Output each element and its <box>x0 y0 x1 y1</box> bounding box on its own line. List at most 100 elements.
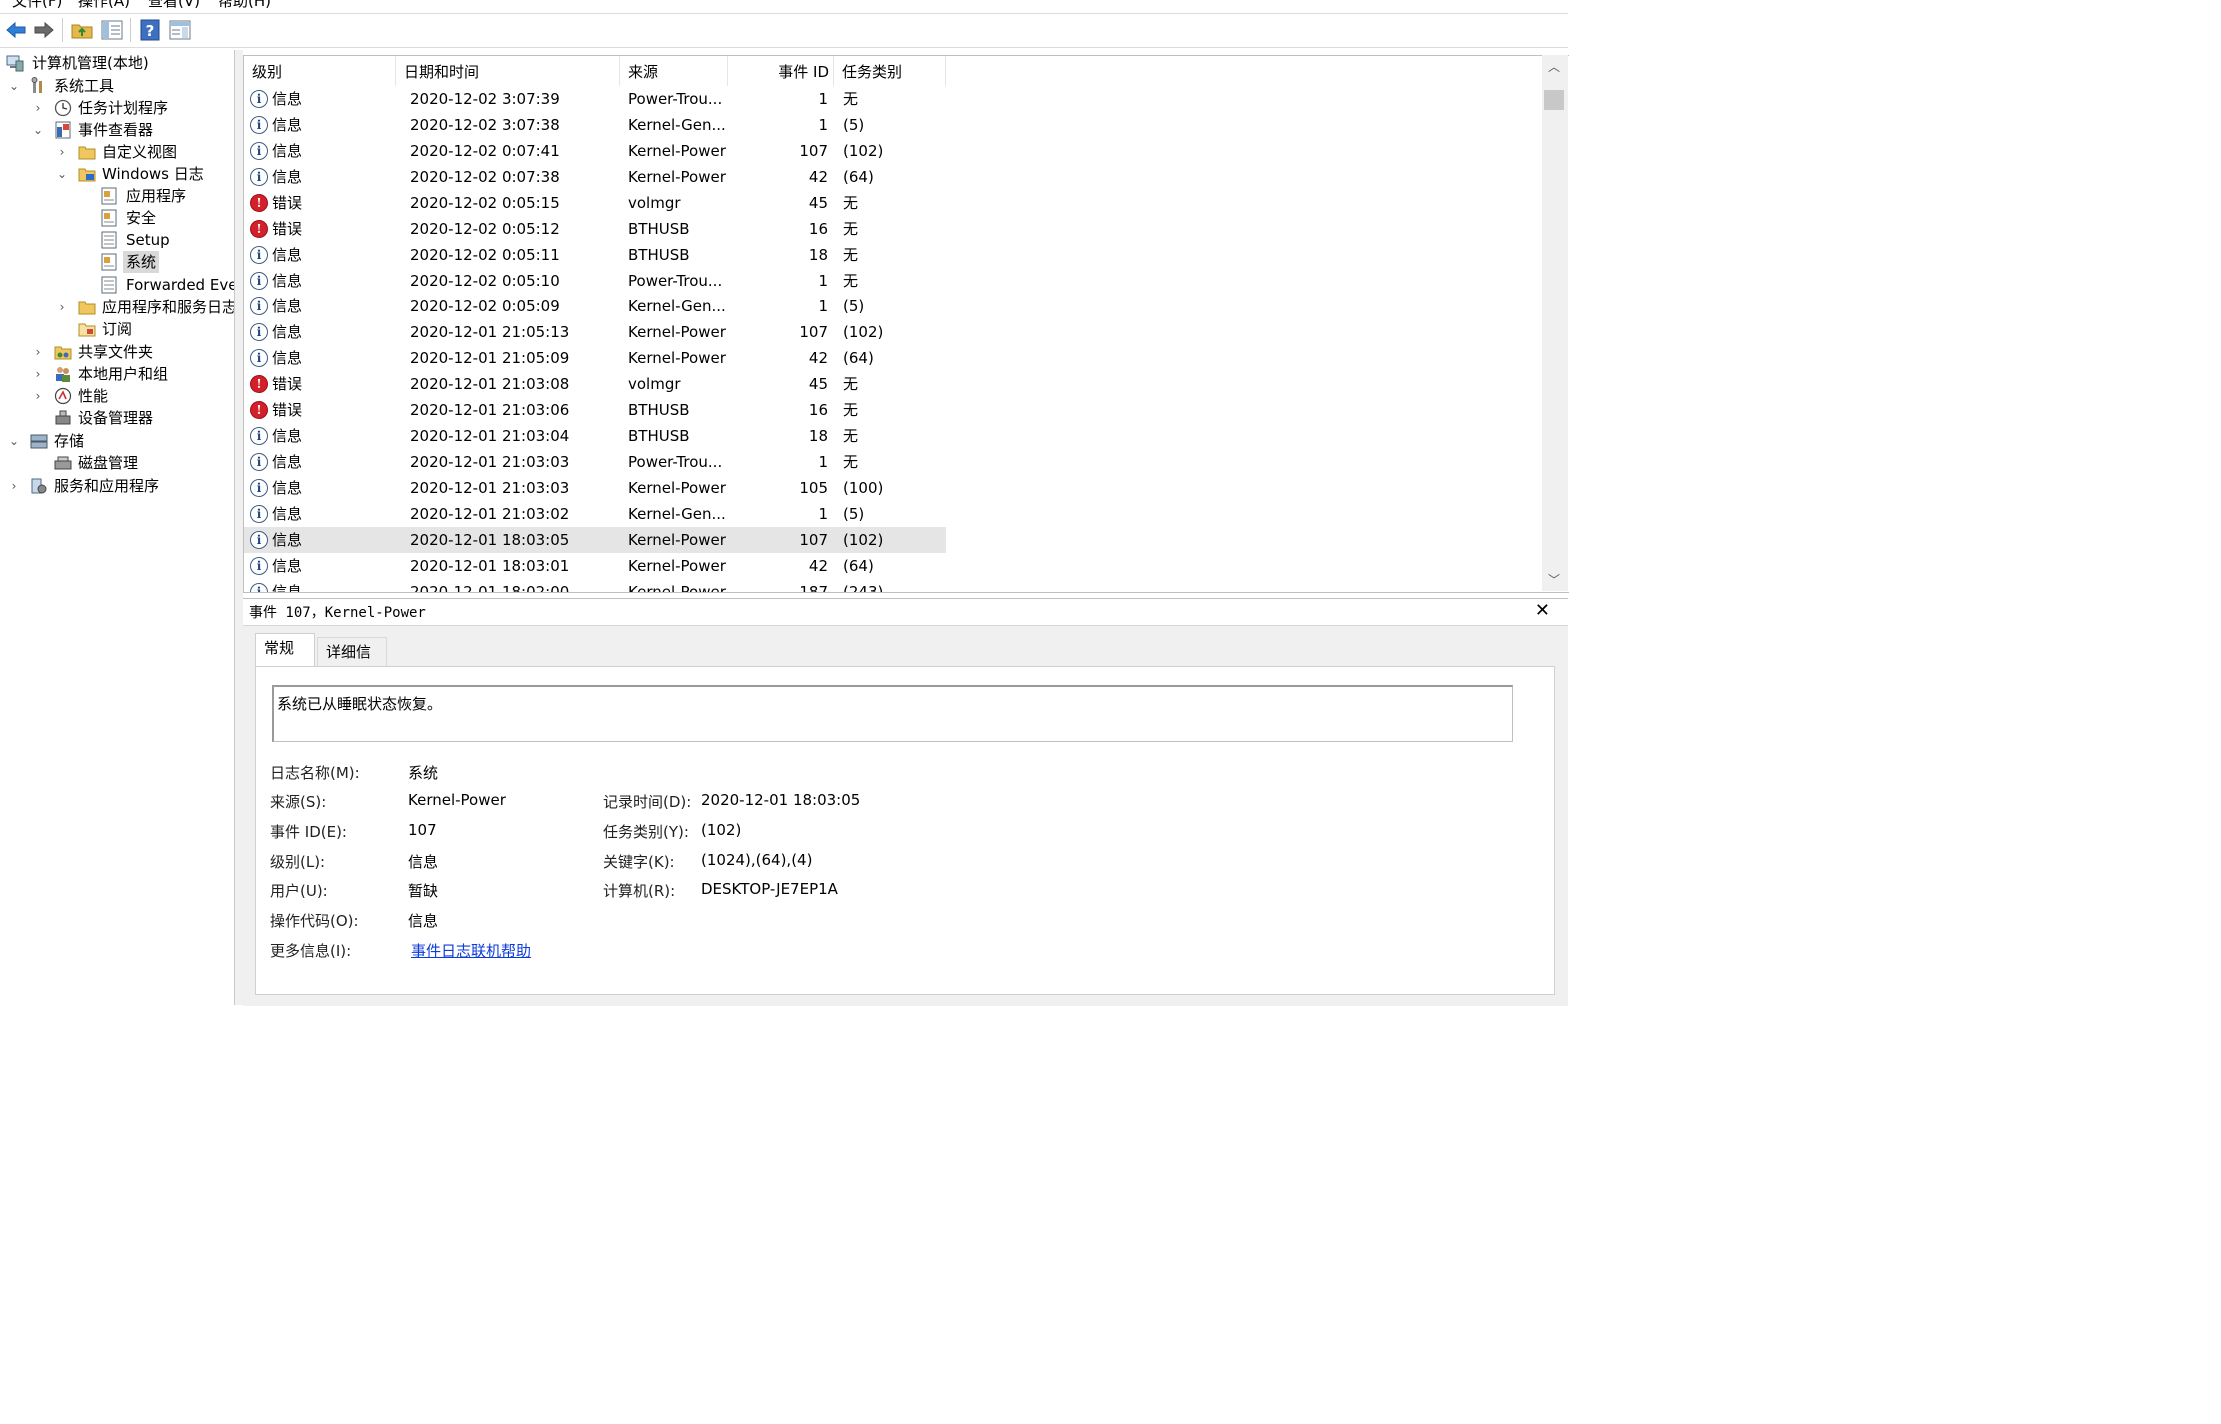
help-icon[interactable]: ? <box>138 18 162 42</box>
info-icon: i <box>250 167 268 186</box>
keywords-value: (1024),(64),(4) <box>701 851 813 869</box>
event-level: 信息 <box>272 349 303 368</box>
event-row[interactable]: i 信息 2020-12-02 0:07:41 Kernel-Power 107 (102… <box>244 138 946 164</box>
event-datetime: 2020-12-01 18:02:00 <box>410 582 570 593</box>
column-header-datetime[interactable]: 日期和时间 <box>396 56 620 86</box>
event-id: 107 <box>799 141 828 160</box>
chevron-right-icon[interactable]: › <box>32 341 44 363</box>
event-datetime: 2020-12-02 0:07:38 <box>410 167 560 186</box>
info-icon: i <box>250 297 268 316</box>
event-source: Kernel-Power <box>628 349 726 368</box>
event-id: 1 <box>818 297 828 316</box>
event-source: Power-Trou... <box>628 271 723 290</box>
chevron-right-icon[interactable]: › <box>32 363 44 385</box>
column-header-task-category[interactable]: 任务类别 <box>834 56 946 86</box>
column-header-event-id[interactable]: 事件 ID <box>728 56 834 86</box>
event-id: 1 <box>818 271 828 290</box>
event-source: BTHUSB <box>628 245 690 264</box>
event-id: 187 <box>799 582 828 593</box>
event-row[interactable]: i 信息 2020-12-01 18:03:01 Kernel-Power 42 (64) <box>244 553 946 579</box>
source-label: 来源(S): <box>270 793 327 811</box>
back-arrow-icon[interactable] <box>4 18 28 42</box>
event-id-value: 107 <box>408 821 437 839</box>
event-task-category: 无 <box>843 245 859 264</box>
event-row[interactable]: i 信息 2020-12-02 3:07:39 Power-Trou... 1 无 <box>244 86 946 112</box>
tab-details[interactable]: 详细信息 <box>317 637 387 689</box>
event-task-category: 无 <box>843 193 859 212</box>
event-row[interactable]: i 信息 2020-12-01 21:03:03 Power-Trou... 1 无 <box>244 449 946 475</box>
chevron-right-icon[interactable]: › <box>8 475 20 497</box>
event-row[interactable]: i 信息 2020-12-01 21:03:04 BTHUSB 18 无 <box>244 423 946 449</box>
menu-action[interactable]: 操作(A) <box>78 0 130 11</box>
menu-help[interactable]: 帮助(H) <box>218 0 271 11</box>
tab-general[interactable]: 常规 <box>255 633 315 667</box>
chevron-down-icon[interactable]: ⌄ <box>8 75 20 97</box>
event-list-vertical-scrollbar[interactable]: ︿ ﹀ <box>1542 55 1568 591</box>
log-name-value: 系统 <box>408 764 439 782</box>
event-datetime: 2020-12-01 21:03:03 <box>410 478 570 497</box>
event-message-box[interactable]: 系统已从睡眠状态恢复。 <box>272 685 1513 742</box>
device-manager-icon <box>55 410 71 425</box>
chevron-right-icon[interactable]: › <box>56 141 68 163</box>
scroll-down-icon[interactable]: ﹀ <box>1548 571 1560 588</box>
menu-view[interactable]: 查看(V) <box>148 0 200 11</box>
event-id: 18 <box>808 427 828 446</box>
event-id: 42 <box>808 556 828 575</box>
event-task-category: (5) <box>843 297 865 316</box>
show-hide-tree-icon[interactable] <box>100 18 124 42</box>
event-row[interactable]: i 信息 2020-12-02 0:05:10 Power-Trou... 1 无 <box>244 268 946 294</box>
column-header-source[interactable]: 来源 <box>620 56 728 86</box>
event-row[interactable]: i 信息 2020-12-01 21:05:09 Kernel-Power 42 (64) <box>244 345 946 371</box>
chevron-down-icon[interactable]: ⌄ <box>32 119 44 141</box>
folder-up-icon[interactable] <box>70 18 94 42</box>
event-row[interactable]: ! 错误 2020-12-02 0:05:15 volmgr 45 无 <box>244 190 946 216</box>
more-info-label: 更多信息(I): <box>270 942 352 960</box>
event-row[interactable]: i 信息 2020-12-01 18:03:05 Kernel-Power 107 (10… <box>244 526 946 553</box>
event-id: 16 <box>808 219 828 238</box>
scroll-up-icon[interactable]: ︿ <box>1548 58 1560 75</box>
info-icon: i <box>250 427 268 446</box>
toolbar-separator <box>130 18 131 42</box>
scrollbar-thumb[interactable] <box>1544 90 1564 110</box>
event-row[interactable]: i 信息 2020-12-01 18:02:00 Kernel-Power 187 (24… <box>244 579 946 593</box>
event-source: volmgr <box>628 193 681 212</box>
chevron-right-icon[interactable]: › <box>32 97 44 119</box>
event-row[interactable]: i 信息 2020-12-01 21:03:03 Kernel-Power 105 (10… <box>244 475 946 501</box>
chevron-down-icon[interactable]: ⌄ <box>8 430 20 452</box>
log-file-icon <box>101 276 117 294</box>
event-row[interactable]: i 信息 2020-12-02 0:07:38 Kernel-Power 42 (64) <box>244 164 946 190</box>
menu-file[interactable]: 文件(F) <box>12 0 62 11</box>
action-pane-icon[interactable] <box>168 18 192 42</box>
folder-icon <box>78 301 96 315</box>
event-row[interactable]: i 信息 2020-12-02 3:07:38 Kernel-Gen... 1 (5) <box>244 112 946 138</box>
event-level: 错误 <box>272 193 303 212</box>
info-icon: i <box>250 478 268 497</box>
close-icon[interactable]: ✕ <box>1535 600 1550 621</box>
chevron-right-icon[interactable]: › <box>32 385 44 407</box>
event-source: Power-Trou... <box>628 453 723 472</box>
subscriptions-icon <box>78 323 96 337</box>
event-row[interactable]: i 信息 2020-12-02 0:05:09 Kernel-Gen... 1 (5) <box>244 293 946 319</box>
event-id: 1 <box>818 90 828 108</box>
chevron-down-icon[interactable]: ⌄ <box>56 163 68 185</box>
event-row[interactable]: i 信息 2020-12-01 21:03:02 Kernel-Gen... 1 (5) <box>244 501 946 527</box>
info-icon: i <box>250 556 268 575</box>
event-source: Kernel-Power <box>628 167 726 186</box>
menu-bar: 文件(F) 操作(A) 查看(V) 帮助(H) <box>0 0 1568 14</box>
event-datetime: 2020-12-01 18:03:01 <box>410 556 570 575</box>
chevron-right-icon[interactable]: › <box>56 296 68 318</box>
event-row[interactable]: i 信息 2020-12-02 0:05:11 BTHUSB 18 无 <box>244 242 946 268</box>
column-header-level[interactable]: 级别 <box>244 56 396 86</box>
event-task-category: (102) <box>843 141 884 160</box>
forward-arrow-icon[interactable] <box>32 18 56 42</box>
event-row[interactable]: ! 错误 2020-12-01 21:03:08 volmgr 45 无 <box>244 371 946 397</box>
event-source: BTHUSB <box>628 219 690 238</box>
event-row[interactable]: i 信息 2020-12-01 21:05:13 Kernel-Power 107 (10… <box>244 319 946 345</box>
event-level: 信息 <box>272 582 303 593</box>
event-row[interactable]: ! 错误 2020-12-01 21:03:06 BTHUSB 16 无 <box>244 397 946 423</box>
event-source: Kernel-Gen... <box>628 504 726 523</box>
info-icon: i <box>250 271 268 290</box>
pane-splitter[interactable] <box>235 50 243 1005</box>
event-log-online-help-link[interactable]: 事件日志联机帮助 <box>411 940 531 961</box>
event-row[interactable]: ! 错误 2020-12-02 0:05:12 BTHUSB 16 无 <box>244 216 946 242</box>
